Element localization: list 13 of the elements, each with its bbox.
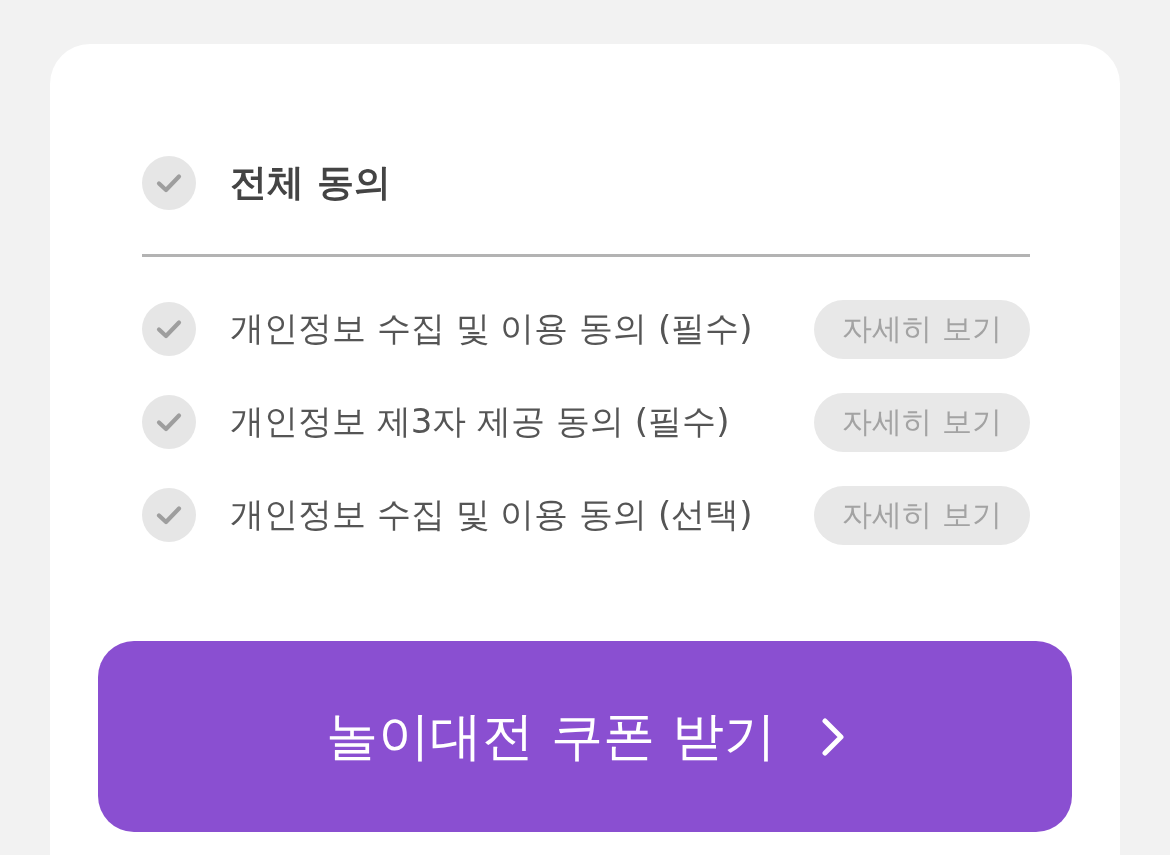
details-button[interactable]: 자세히 보기	[814, 485, 1030, 545]
consent-label: 개인정보 제3자 제공 동의 (필수)	[230, 400, 731, 443]
details-button[interactable]: 자세히 보기	[814, 392, 1030, 452]
all-agree-label: 전체 동의	[230, 160, 392, 206]
checkbox[interactable]	[142, 395, 196, 449]
checkbox[interactable]	[142, 302, 196, 356]
coupon-button[interactable]: 놀이대전 쿠폰 받기	[98, 641, 1072, 832]
checkbox[interactable]	[142, 488, 196, 542]
chevron-right-icon	[821, 717, 844, 756]
consent-label: 개인정보 수집 및 이용 동의 (선택)	[230, 493, 754, 536]
checkbox[interactable]	[142, 156, 196, 210]
consent-label: 개인정보 수집 및 이용 동의 (필수)	[230, 307, 754, 350]
details-button[interactable]: 자세히 보기	[814, 299, 1030, 359]
